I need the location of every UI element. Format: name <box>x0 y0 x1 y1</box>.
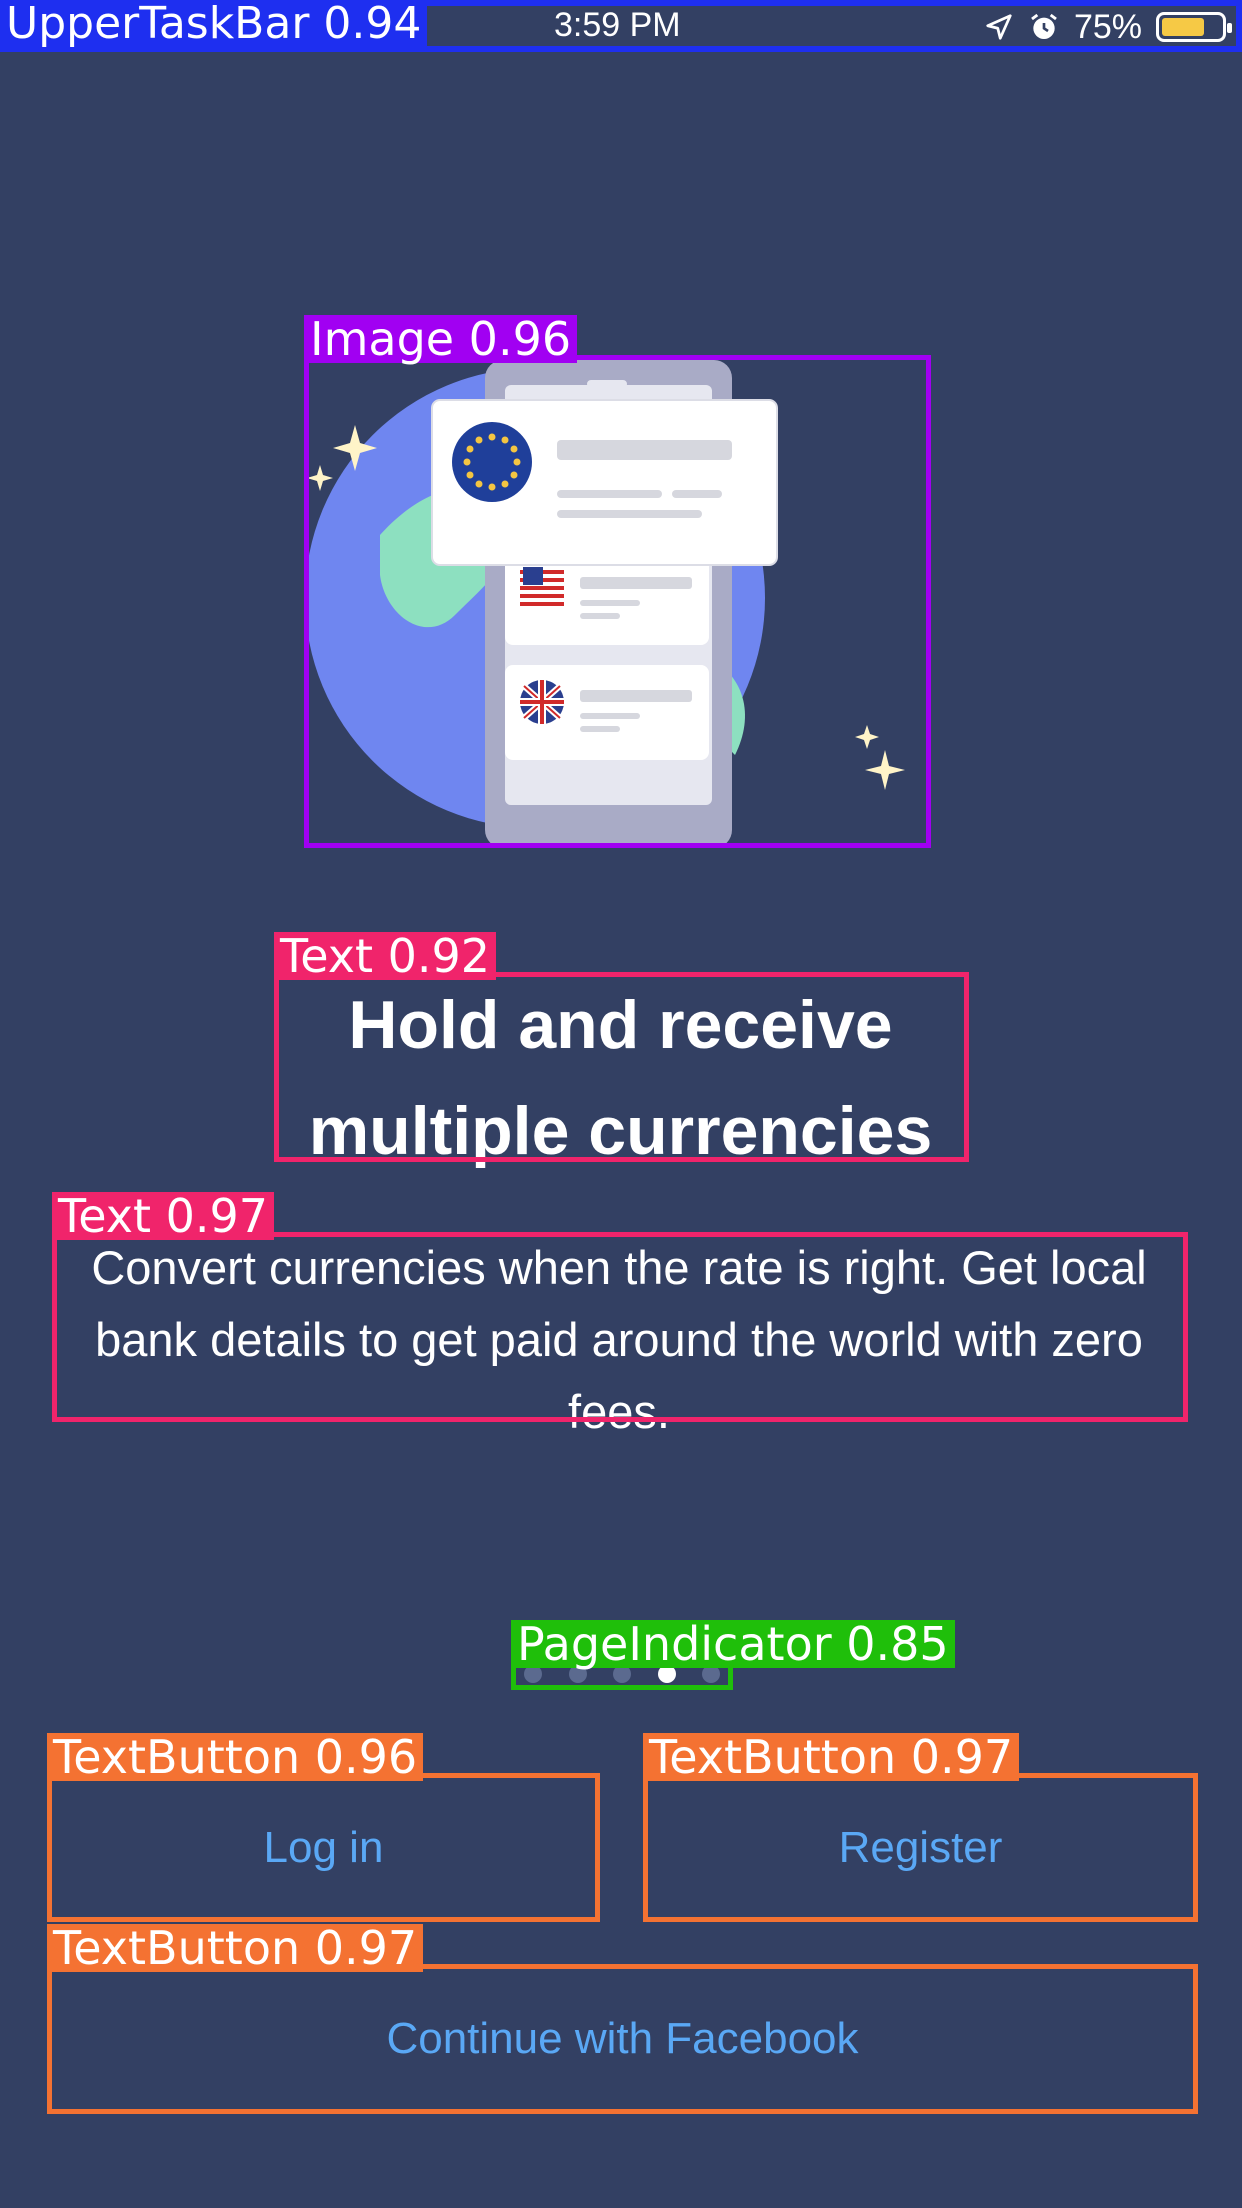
register-button-box <box>643 1773 1198 1922</box>
title-label: Text 0.92 <box>274 932 497 980</box>
description-label: Text 0.97 <box>52 1192 275 1240</box>
facebook-button-box <box>47 1964 1198 2114</box>
login-button-label: TextButton 0.96 <box>47 1733 424 1781</box>
alarm-icon <box>1031 13 1057 39</box>
battery-icon <box>1156 12 1232 42</box>
status-time: 3:59 PM <box>554 6 681 44</box>
image-box <box>304 355 931 848</box>
location-arrow-icon <box>986 14 1012 40</box>
page-indicator-label: PageIndicator 0.85 <box>511 1620 955 1668</box>
battery-percent: 75% <box>1073 7 1142 46</box>
facebook-button-label: TextButton 0.97 <box>47 1924 424 1972</box>
image-label: Image 0.96 <box>304 315 578 363</box>
status-icons: 75% <box>984 6 1232 48</box>
title-box <box>274 972 969 1162</box>
description-box <box>52 1232 1188 1422</box>
login-button-box <box>47 1773 600 1922</box>
upper-taskbar-label: UpperTaskBar 0.94 <box>0 0 428 48</box>
register-button-label: TextButton 0.97 <box>643 1733 1020 1781</box>
